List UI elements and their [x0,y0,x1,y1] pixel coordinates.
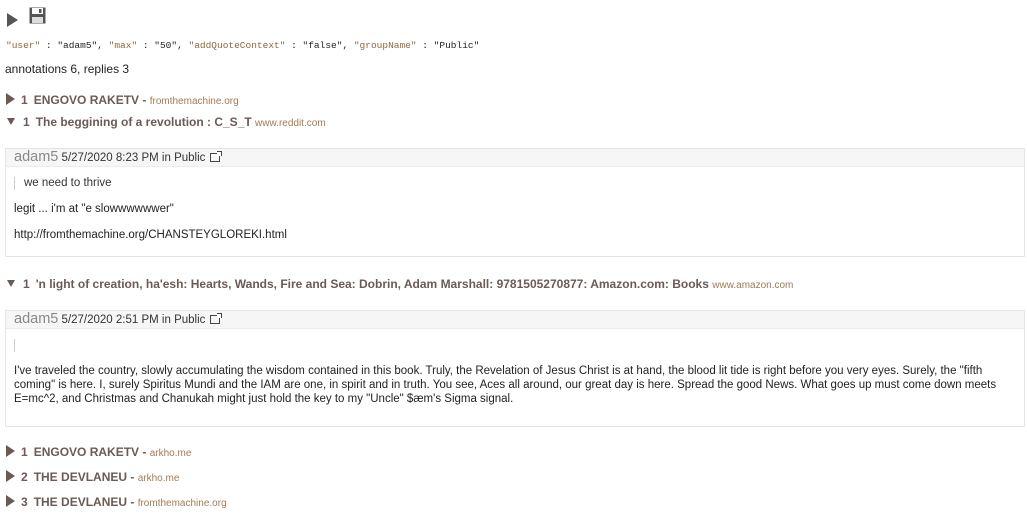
expand-icon [6,495,15,507]
external-link-icon[interactable] [210,313,223,324]
annotation-user[interactable]: adam5 [14,149,58,165]
thread-count: 1 [21,93,28,107]
thread-toggle[interactable]: 1 The beggining of a revolution : C_S_T w… [6,115,326,129]
thread-title: ENGOVO RAKETV - [33,93,147,107]
annotation-counts: annotations 6, replies 3 [5,62,130,76]
thread-title: THE DEVLANEU - [33,495,135,509]
param-key: "user" [6,40,41,51]
thread-count: 1 [23,277,30,291]
annotation-text: http://fromthemachine.org/CHANSTEYGLOREK… [14,229,287,241]
annotation-meta: 5/27/2020 2:51 PM in Public [61,314,206,326]
annotation-header: adam5 5/27/2020 8:23 PM in Public [6,149,1024,167]
param-value: "Public" [433,40,480,51]
thread-toggle[interactable]: 1 ENGOVO RAKETV - fromthemachine.org [6,93,239,107]
play-icon[interactable] [7,13,18,27]
save-icon[interactable] [29,7,46,24]
thread-title: 'n light of creation, ha'esh: Hearts, Wa… [35,277,709,291]
param-value: "false" [302,40,343,51]
thread-count: 1 [23,115,30,129]
annotation-header: adam5 5/27/2020 2:51 PM in Public [6,311,1024,329]
thread-domain[interactable]: arkho.me [150,448,192,459]
collapse-icon [7,280,15,287]
thread-domain[interactable]: www.reddit.com [255,118,326,129]
annotation-text: I've traveled the country, slowly accumu… [14,365,997,405]
annotation-quote: we need to thrive [14,177,1024,190]
thread-toggle[interactable]: 1 ENGOVO RAKETV - arkho.me [6,445,191,459]
thread-count: 1 [21,445,28,459]
annotation-card: adam5 5/27/2020 8:23 PM in Public we nee… [5,148,1025,257]
expand-icon [6,93,15,105]
query-params: "user" : "adam5", "max" : "50", "addQuot… [6,40,480,51]
thread-count: 2 [21,470,28,484]
collapse-icon [7,118,15,125]
annotation-text: legit ... i'm at "e slowwwwwwer" [14,203,174,215]
external-link-icon[interactable] [210,151,223,162]
thread-title: ENGOVO RAKETV - [33,445,147,459]
param-key: "addQuoteContext" [188,40,286,51]
expand-icon [6,445,15,457]
param-value: "50" [154,40,178,51]
annotation-meta: 5/27/2020 8:23 PM in Public [61,152,206,164]
thread-toggle[interactable]: 2 THE DEVLANEU - arkho.me [6,470,179,484]
thread-domain[interactable]: fromthemachine.org [138,498,227,509]
param-key: "groupName" [353,40,417,51]
thread-title: THE DEVLANEU - [33,470,135,484]
thread-domain[interactable]: arkho.me [138,473,180,484]
annotation-card: adam5 5/27/2020 2:51 PM in Public I've t… [5,310,1025,427]
thread-domain[interactable]: www.amazon.com [712,280,793,291]
param-key: "max" [108,40,138,51]
annotation-user[interactable]: adam5 [14,311,58,327]
thread-title: The beggining of a revolution : C_S_T [35,115,252,129]
thread-toggle[interactable]: 1 'n light of creation, ha'esh: Hearts, W… [6,277,793,291]
param-value: "adam5" [57,40,98,51]
thread-count: 3 [21,495,28,509]
annotation-quote [14,339,1024,352]
thread-domain[interactable]: fromthemachine.org [150,96,239,107]
thread-toggle[interactable]: 3 THE DEVLANEU - fromthemachine.org [6,495,227,509]
expand-icon [6,470,15,482]
